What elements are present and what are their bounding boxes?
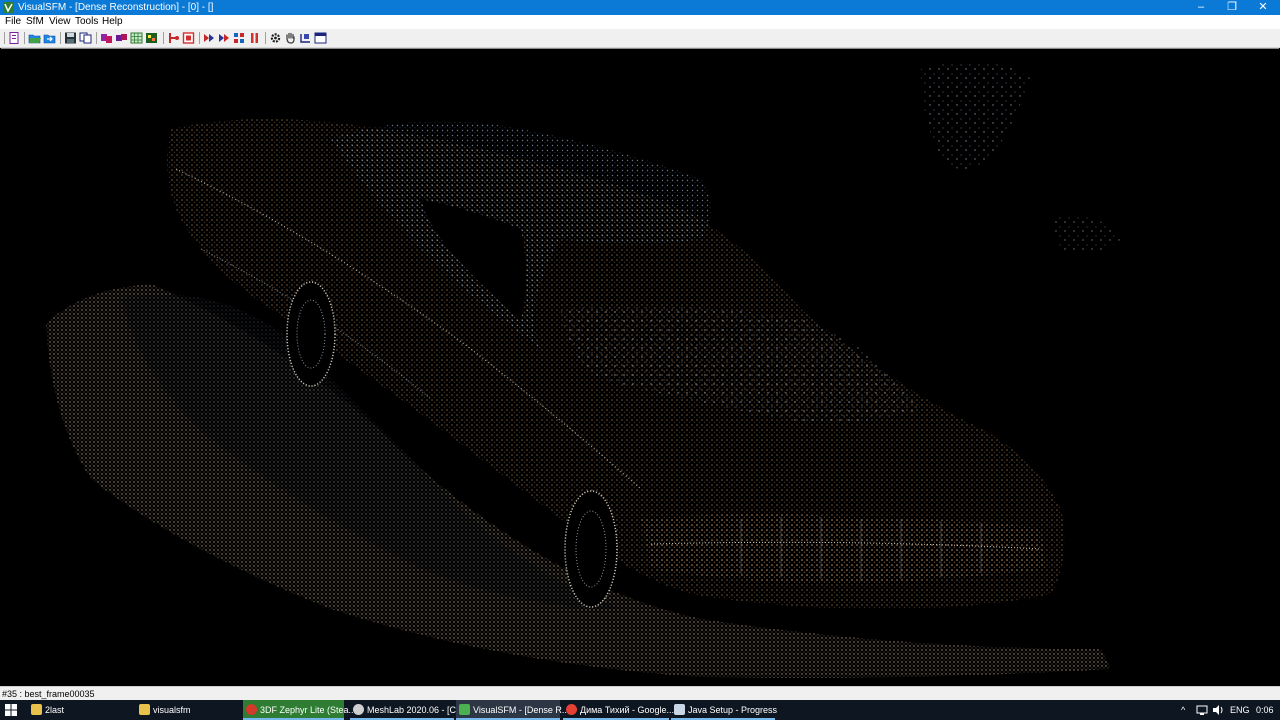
chrome-icon (566, 704, 577, 715)
copy-icon[interactable] (79, 32, 92, 44)
menu-view[interactable]: View (49, 16, 71, 28)
open-images-icon[interactable] (28, 32, 41, 44)
toolbar-separator (4, 32, 5, 44)
dense-run-icon[interactable] (218, 32, 231, 44)
menu-help[interactable]: Help (102, 16, 123, 28)
taskbar-item-label: 2last (45, 705, 65, 715)
grid-icon[interactable] (130, 32, 143, 44)
speaker-icon[interactable] (1212, 704, 1224, 716)
menu-file[interactable]: File (5, 16, 21, 28)
toolbar-separator (265, 32, 266, 44)
taskbar-item-label: Дима Тихий - Google... (580, 705, 675, 715)
save-icon[interactable] (64, 32, 77, 44)
taskbar-item-label: 3DF Zephyr Lite (Stea... (260, 705, 357, 715)
taskbar-item-label: visualsfm (153, 705, 191, 715)
open-multi-icon[interactable] (43, 32, 56, 44)
point-cloud-viewport[interactable] (1, 48, 1279, 686)
hand-icon[interactable] (284, 32, 297, 44)
taskbar-item-visualsfm[interactable]: VisualSFM - [Dense R... (456, 700, 569, 720)
meshlab-icon (353, 704, 364, 715)
windows-start-icon[interactable] (4, 703, 18, 717)
toolbar (0, 29, 1280, 48)
window-icon[interactable] (314, 32, 327, 44)
point-cloud-render (46, 61, 1121, 678)
toolbar-separator (199, 32, 200, 44)
sfm-run-icon[interactable] (203, 32, 216, 44)
menu-tools[interactable]: Tools (75, 16, 98, 28)
frame-icon[interactable] (299, 32, 312, 44)
log-icon[interactable] (8, 32, 21, 44)
pause-icon[interactable] (248, 32, 261, 44)
taskbar: 2last visualsfm 3DF Zephyr Lite (Stea...… (0, 700, 1280, 720)
toolbar-separator (24, 32, 25, 44)
toolbar-separator (60, 32, 61, 44)
taskbar-item-chrome[interactable]: Дима Тихий - Google... (563, 700, 674, 720)
taskbar-item-label: Java Setup - Progress (688, 705, 778, 715)
network-icon[interactable] (1196, 704, 1208, 716)
taskbar-item-java-setup[interactable]: Java Setup - Progress (671, 700, 778, 720)
maximize-button[interactable]: ❐ (1215, 0, 1249, 15)
show-matrix-icon[interactable] (145, 32, 158, 44)
menu-sfm[interactable]: SfM (26, 16, 44, 28)
folder-icon (139, 704, 150, 715)
visualsfm-icon (459, 704, 470, 715)
taskbar-item-visualsfm-folder[interactable]: visualsfm (136, 700, 243, 720)
taskbar-item-3df-zephyr[interactable]: 3DF Zephyr Lite (Stea... (243, 700, 356, 720)
status-text: #35 : best_frame00035 (2, 689, 95, 699)
window-title: VisualSFM - [Dense Reconstruction] - [0]… (18, 2, 214, 13)
toolbar-separator (163, 32, 164, 44)
toolbar-separator (96, 32, 97, 44)
cmvs-icon[interactable] (233, 32, 246, 44)
taskbar-item-label: VisualSFM - [Dense R... (473, 705, 570, 715)
taskbar-item-label: MeshLab 2020.06 - [C... (367, 705, 464, 715)
taskbar-item-meshlab[interactable]: MeshLab 2020.06 - [C... (350, 700, 464, 720)
visualsfm-app-icon (3, 2, 14, 13)
pairwise-match-icon[interactable] (100, 32, 113, 44)
menu-bar: File SfM View Tools Help (0, 15, 1280, 29)
minimize-button[interactable]: – (1184, 0, 1218, 15)
clock[interactable]: 0:06 (1256, 704, 1274, 716)
java-icon (674, 704, 685, 715)
settings-icon[interactable] (269, 32, 282, 44)
title-bar: VisualSFM - [Dense Reconstruction] - [0]… (0, 0, 1280, 15)
chevron-up-icon[interactable]: ^ (1181, 704, 1185, 716)
language-indicator[interactable]: ENG (1230, 704, 1250, 716)
status-bar: #35 : best_frame00035 (0, 686, 1280, 701)
taskbar-item-2last[interactable]: 2last (28, 700, 136, 720)
zephyr-icon (246, 704, 257, 715)
stop-icon[interactable] (182, 32, 195, 44)
close-button[interactable]: ✕ (1246, 0, 1280, 15)
reconstruct-icon[interactable] (167, 32, 180, 44)
match-icon[interactable] (115, 32, 128, 44)
folder-icon (31, 704, 42, 715)
